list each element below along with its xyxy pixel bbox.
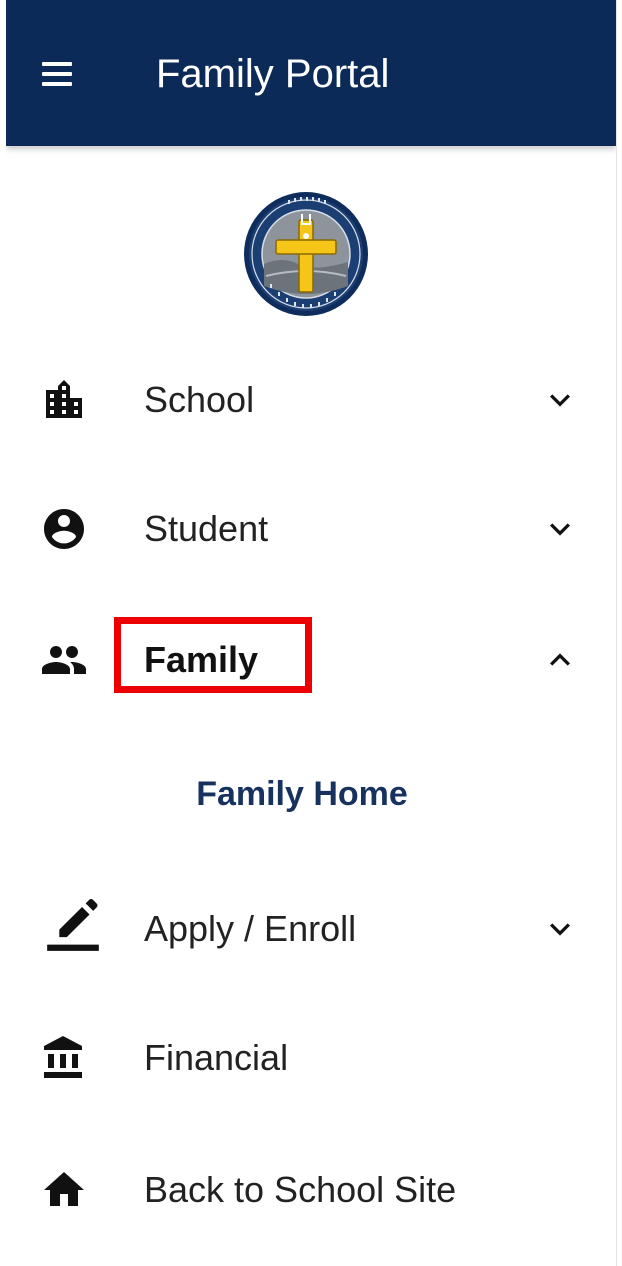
nav-label-school: School: [144, 379, 255, 420]
nav-item-back-to-school-site[interactable]: Back to School Site: [6, 1140, 616, 1240]
edit-icon: [42, 893, 104, 955]
chevron-up-icon[interactable]: [540, 640, 580, 680]
account-circle-icon: [40, 505, 88, 553]
home-icon: [40, 1166, 88, 1214]
nav-item-apply-enroll[interactable]: Apply / Enroll: [6, 879, 616, 979]
nav-item-school[interactable]: School: [6, 350, 616, 450]
nav-item-financial[interactable]: Financial: [6, 1008, 616, 1108]
people-icon: [40, 636, 88, 684]
nav-label-family: Family: [144, 639, 259, 680]
nav-item-student[interactable]: Student: [6, 479, 616, 579]
menu-icon[interactable]: [36, 53, 92, 99]
bank-icon: [40, 1034, 88, 1082]
nav-subitem-label: Family Home: [196, 775, 408, 813]
app-header: Family Portal: [6, 0, 616, 146]
nav-label-student: Student: [144, 508, 269, 549]
nav-label-financial: Financial: [144, 1037, 289, 1078]
nav-label-back-to-school-site: Back to School Site: [144, 1169, 457, 1210]
city-icon: [40, 376, 88, 424]
chevron-down-icon[interactable]: [540, 509, 580, 549]
school-logo: [242, 190, 370, 318]
chevron-down-icon[interactable]: [540, 380, 580, 420]
drawer-edge: [616, 0, 617, 1266]
nav-label-apply-enroll: Apply / Enroll: [144, 908, 357, 949]
chevron-down-icon[interactable]: [540, 909, 580, 949]
app-title: Family Portal: [156, 52, 390, 96]
nav-subitem-family-home[interactable]: Family Home: [6, 752, 616, 836]
nav-item-family[interactable]: Family: [6, 610, 616, 710]
navigation-drawer: Family Portal School Student Family Fami…: [6, 0, 616, 1266]
